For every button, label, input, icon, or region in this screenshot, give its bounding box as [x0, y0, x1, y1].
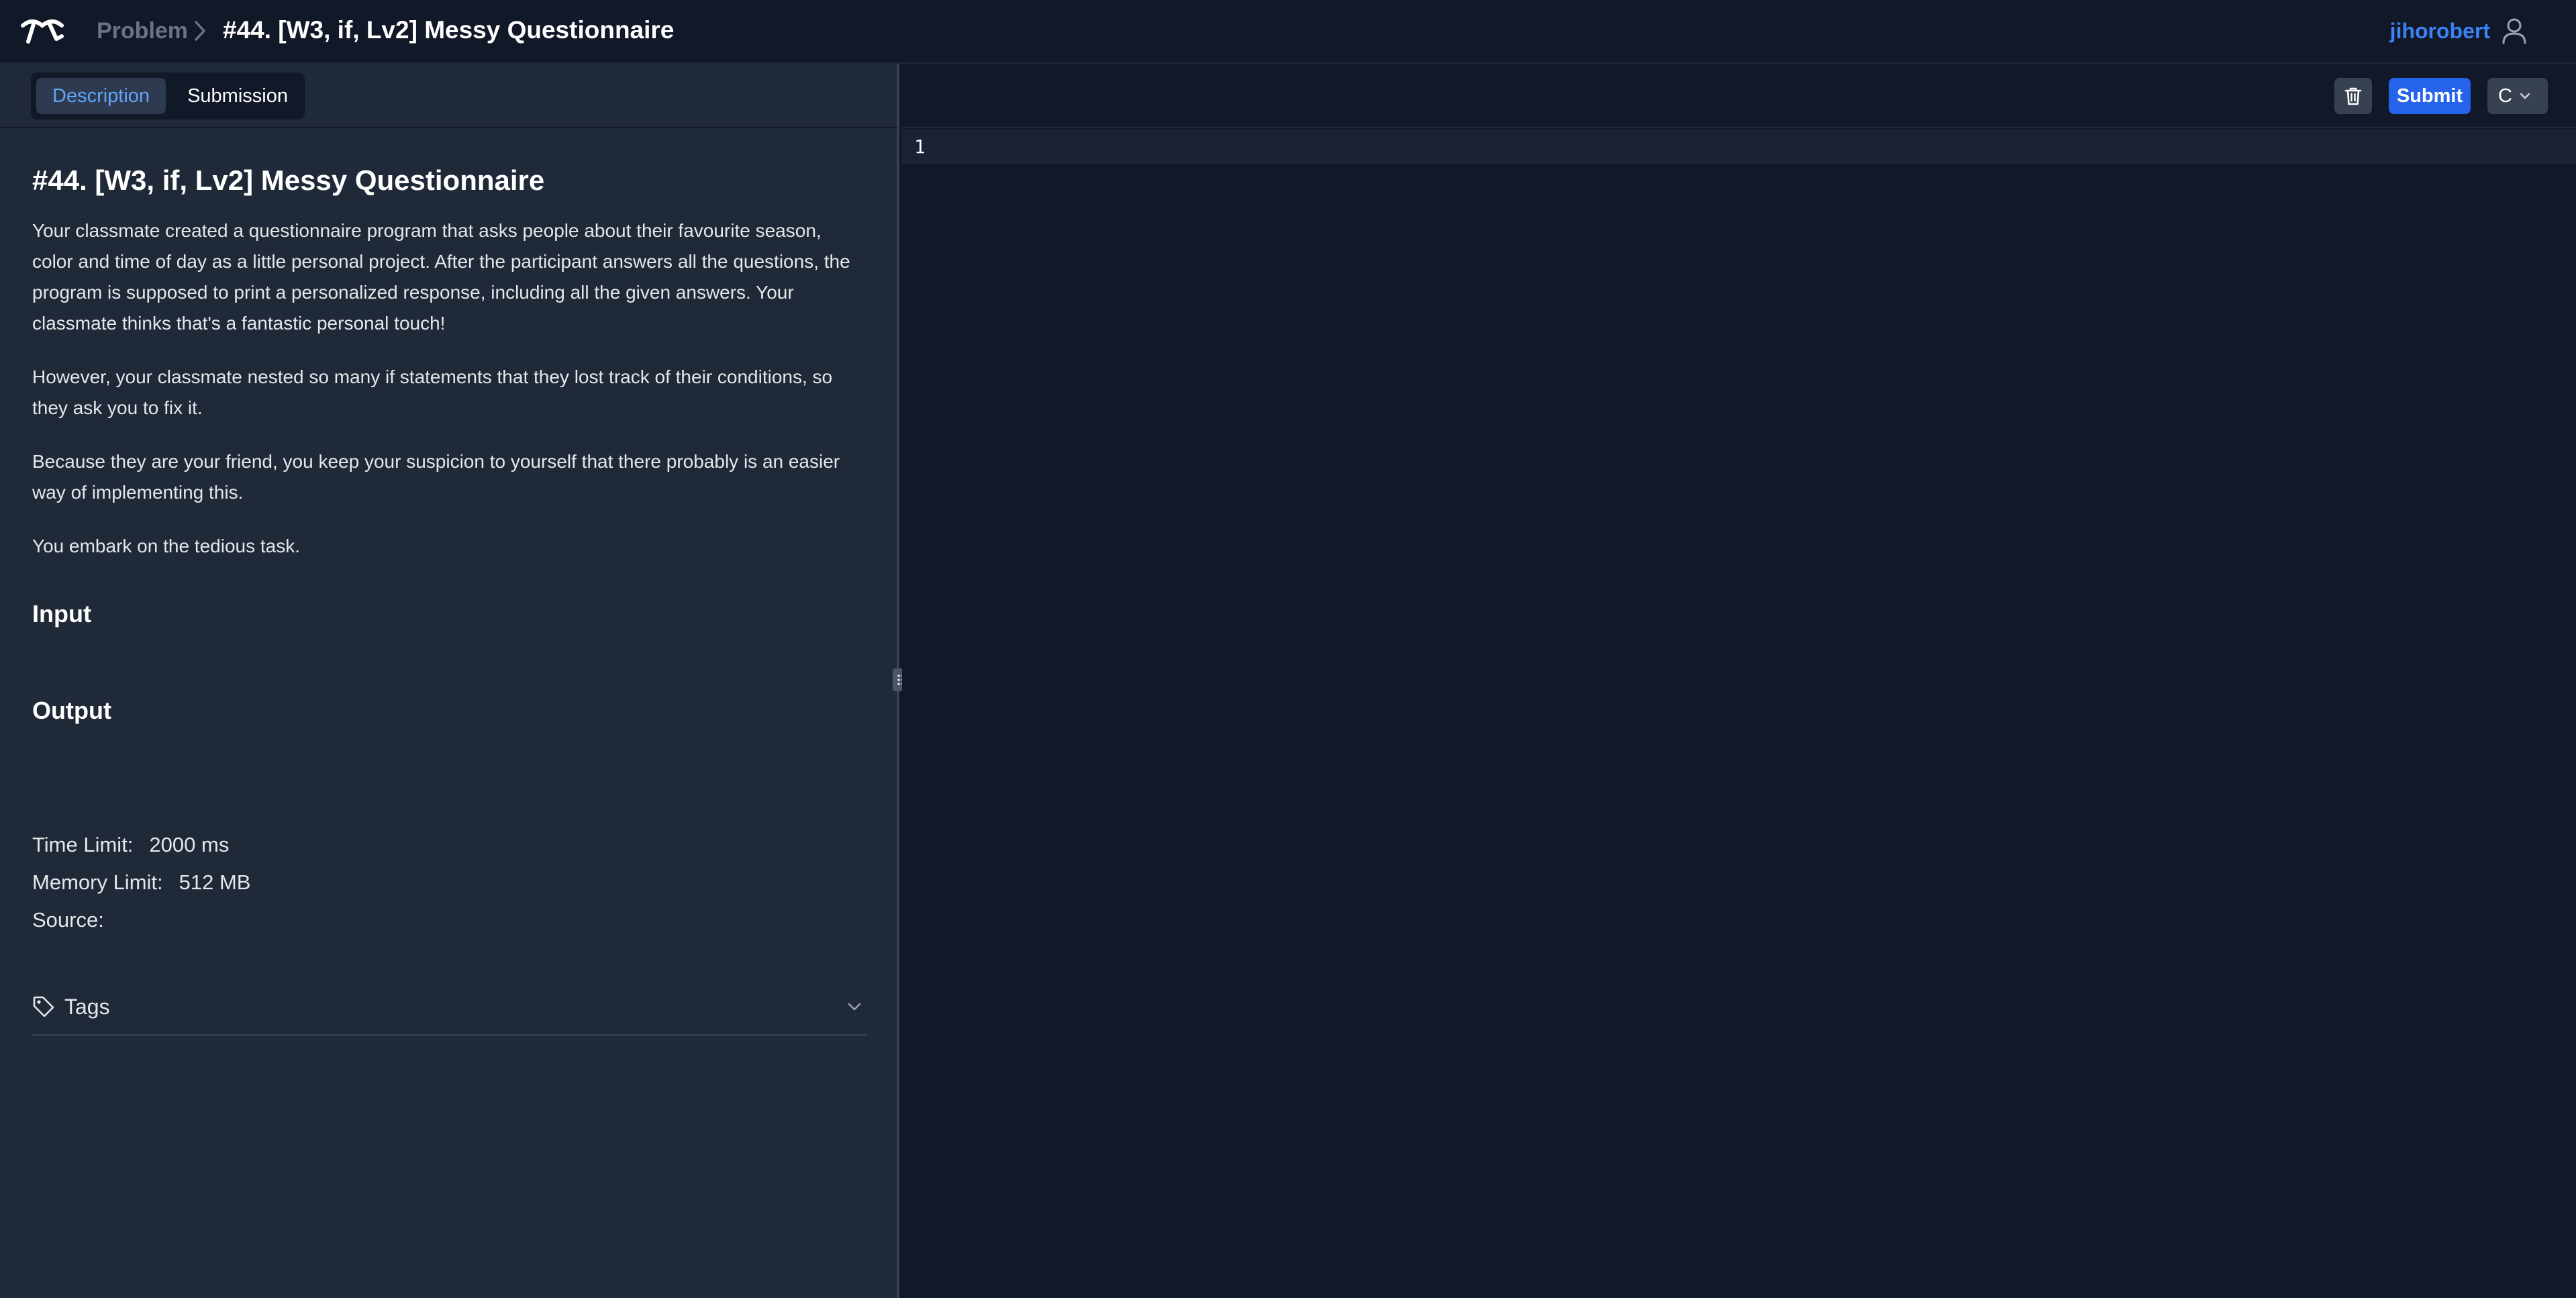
user-icon[interactable] [2499, 16, 2529, 46]
breadcrumb-current-title: #44. [W3, if, Lv2] Messy Questionnaire [223, 16, 675, 44]
line-number: 1 [914, 136, 926, 158]
problem-paragraph-4: You embark on the tedious task. [32, 536, 300, 556]
trash-icon [2344, 87, 2362, 105]
tab-group: Description Submission [31, 72, 305, 119]
top-bar: Problem #44. [W3, if, Lv2] Messy Questio… [0, 0, 2576, 64]
tag-icon [33, 996, 54, 1017]
time-limit-label: Time Limit: [32, 833, 134, 856]
output-heading: Output [32, 697, 111, 724]
input-heading: Input [32, 600, 91, 628]
editor-panel: Submit C 1 [902, 64, 2576, 1298]
editor-active-line[interactable]: 1 [902, 130, 2576, 164]
chevron-down-icon [2520, 93, 2530, 99]
description-panel: Description Submission #44. [W3, if, Lv2… [0, 64, 899, 1298]
problem-paragraph-2: However, your classmate nested so many i… [32, 366, 833, 418]
tabs-bar: Description Submission [0, 64, 897, 128]
breadcrumb-problem-link[interactable]: Problem [97, 17, 188, 44]
source-row: Source: [32, 901, 867, 939]
chevron-right-icon [195, 21, 205, 41]
language-select[interactable]: C [2487, 78, 2548, 114]
username-link[interactable]: jihorobert [2390, 17, 2490, 44]
code-editor[interactable]: 1 [902, 130, 2576, 1298]
time-limit-row: Time Limit: 2000 ms [32, 826, 867, 864]
chevron-down-icon[interactable] [846, 998, 863, 1015]
tags-label: Tags [64, 994, 110, 1019]
language-select-value: C [2498, 85, 2512, 107]
editor-toolbar: Submit C [902, 64, 2576, 128]
problem-paragraph-3: Because they are your friend, you keep y… [32, 451, 840, 503]
submit-button[interactable]: Submit [2389, 78, 2471, 114]
memory-limit-label: Memory Limit: [32, 870, 163, 894]
memory-limit-row: Memory Limit: 512 MB [32, 864, 867, 901]
source-label: Source: [32, 908, 104, 932]
limits-block: Time Limit: 2000 ms Memory Limit: 512 MB… [32, 826, 867, 939]
tags-accordion[interactable]: Tags [32, 979, 867, 1036]
logo-icon[interactable] [20, 16, 64, 46]
problem-content: #44. [W3, if, Lv2] Messy Questionnaire Y… [32, 163, 867, 1036]
memory-limit-value: 512 MB [179, 870, 251, 894]
problem-paragraph-1: Your classmate created a questionnaire p… [32, 220, 850, 334]
reset-code-button[interactable] [2334, 78, 2372, 114]
tab-description[interactable]: Description [36, 78, 166, 114]
tab-submission[interactable]: Submission [171, 78, 304, 114]
time-limit-value: 2000 ms [149, 833, 230, 856]
problem-title: #44. [W3, if, Lv2] Messy Questionnaire [32, 164, 545, 196]
